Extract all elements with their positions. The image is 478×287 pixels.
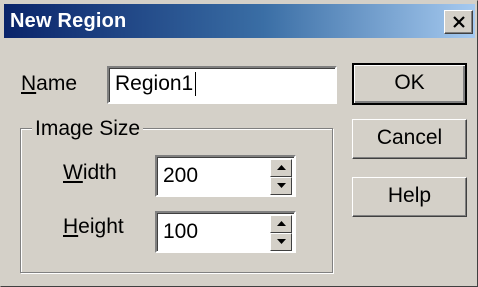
dialog-title: New Region <box>10 10 127 32</box>
cancel-button[interactable]: Cancel <box>352 119 467 159</box>
name-input[interactable]: Region1 <box>107 66 337 104</box>
height-label: Height <box>63 215 124 238</box>
help-button[interactable]: Help <box>352 177 467 217</box>
height-spin-input[interactable]: 100 <box>155 211 296 253</box>
width-spin-up-button[interactable] <box>270 159 292 177</box>
height-spin-down-button[interactable] <box>270 233 292 251</box>
name-label: Name <box>21 72 78 95</box>
width-label: Width <box>63 161 117 184</box>
name-input-value: Region1 <box>115 72 194 95</box>
height-value: 100 <box>163 220 199 243</box>
width-spin-down-button[interactable] <box>270 177 292 195</box>
close-button[interactable] <box>444 10 473 34</box>
width-spin-input[interactable]: 200 <box>155 155 296 197</box>
close-icon <box>453 16 465 28</box>
new-region-dialog: New Region Name Region1 Image Size Width… <box>0 0 478 287</box>
ok-button[interactable]: OK <box>352 63 467 105</box>
spin-down-arrow-icon <box>277 239 286 244</box>
title-bar[interactable]: New Region <box>4 4 475 38</box>
spin-up-arrow-icon <box>277 221 286 226</box>
width-spinner[interactable] <box>270 159 292 195</box>
text-caret <box>195 72 196 96</box>
spin-down-arrow-icon <box>277 183 286 188</box>
width-value: 200 <box>163 164 199 187</box>
height-spinner[interactable] <box>270 215 292 251</box>
height-spin-up-button[interactable] <box>270 215 292 233</box>
image-size-group-label: Image Size <box>32 117 144 141</box>
spin-up-arrow-icon <box>277 165 286 170</box>
